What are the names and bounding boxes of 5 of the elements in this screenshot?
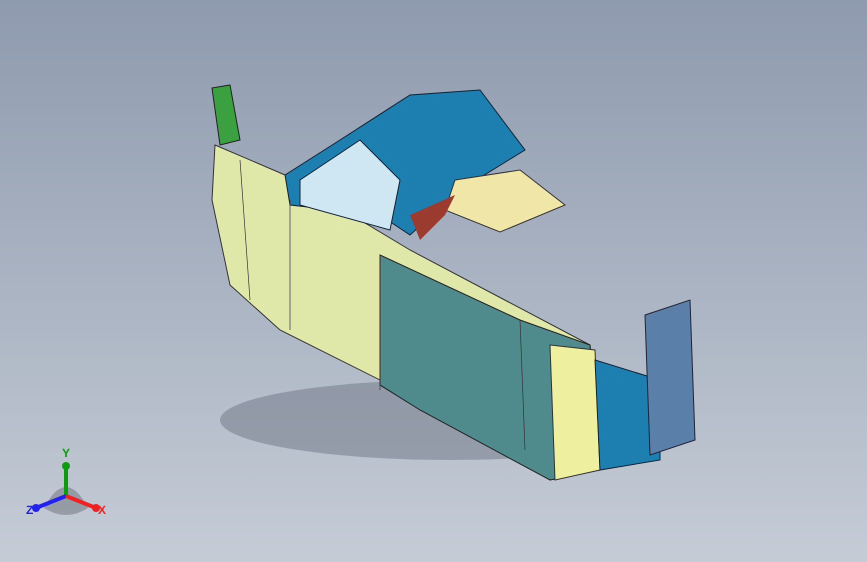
triad-cone-icon (44, 487, 88, 515)
cad-viewport[interactable]: Y Z X (0, 0, 867, 562)
axis-label: Z (26, 503, 34, 517)
axis-label: Y (62, 446, 70, 460)
axis-label: X (98, 503, 106, 517)
